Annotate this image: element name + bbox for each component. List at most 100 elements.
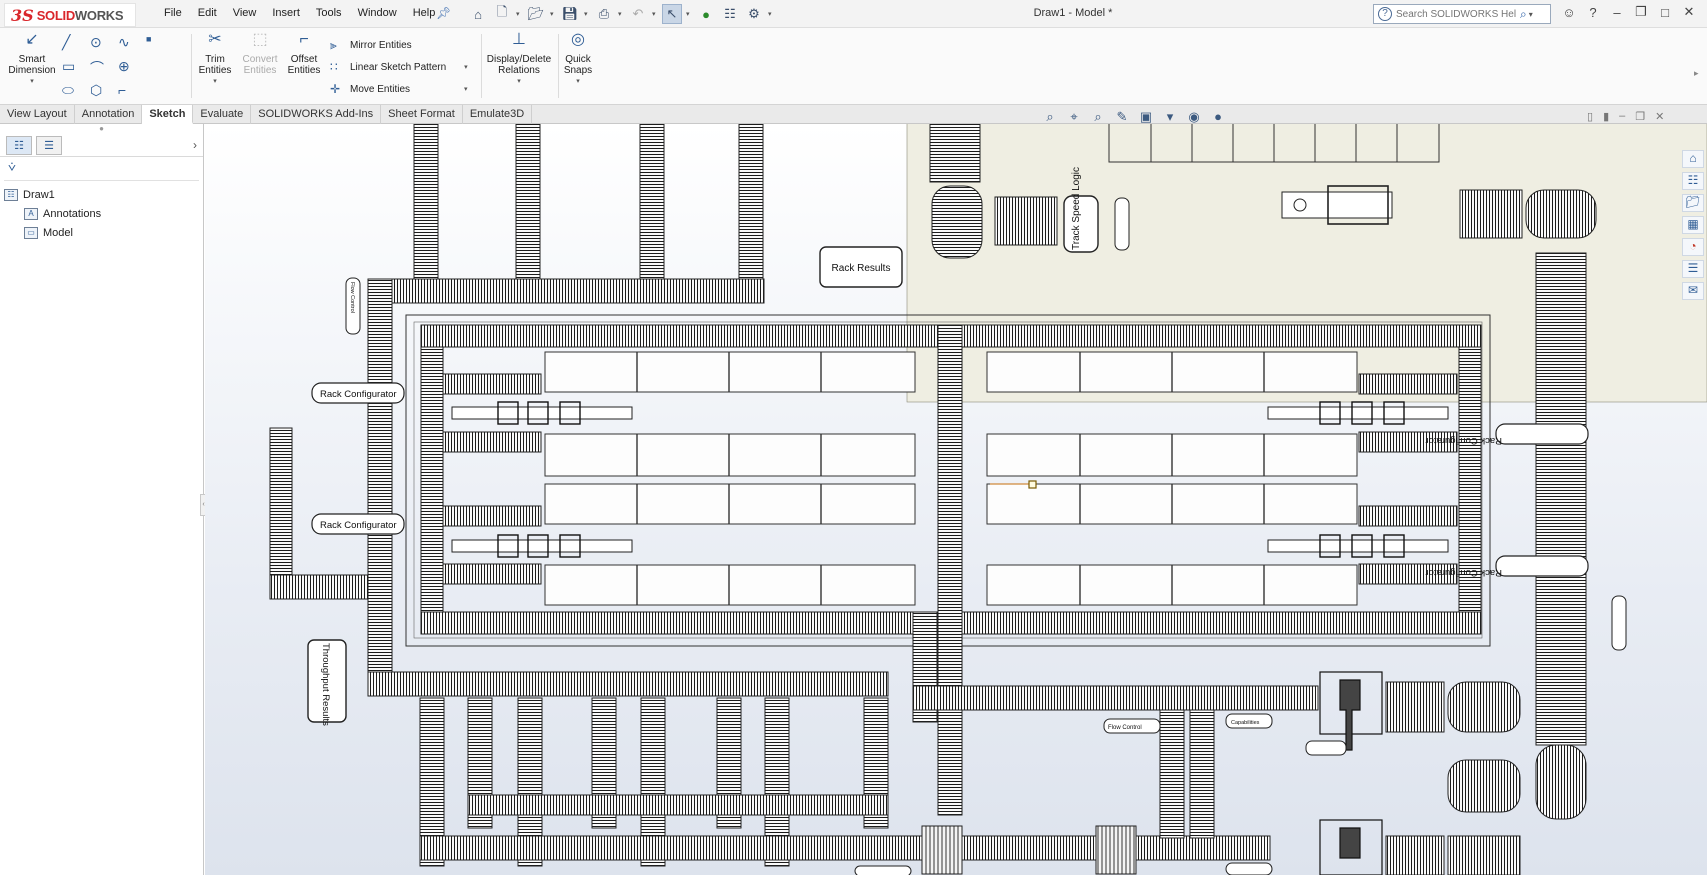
menu-tools[interactable]: Tools	[308, 7, 350, 19]
viewport-tile-icon[interactable]: ▯	[1587, 110, 1593, 123]
minimize-icon[interactable]: –	[1608, 5, 1626, 20]
gear-icon[interactable]: ⚙	[744, 4, 764, 24]
zoom-to-area-icon[interactable]: ⌖	[1064, 109, 1084, 125]
section-view-icon[interactable]: ▣	[1136, 109, 1156, 125]
undo-dropdown-icon[interactable]: ▾	[652, 10, 658, 18]
help-search-input[interactable]	[1396, 8, 1516, 20]
file-properties-icon[interactable]: ☷	[720, 4, 740, 24]
move-entities-button[interactable]: ✛ Move Entities ▾	[330, 82, 468, 96]
zoom-to-fit-icon[interactable]: ⌕	[1040, 109, 1060, 125]
menu-window[interactable]: Window	[350, 7, 405, 19]
solidworks-logo[interactable]: 3S SOLIDWORKS	[4, 3, 136, 27]
expand-tabs-icon[interactable]: ›	[193, 138, 197, 152]
forum-icon[interactable]: ✉	[1682, 282, 1704, 300]
viewport-restore-icon[interactable]: ❐	[1635, 110, 1645, 123]
save-dropdown-icon[interactable]: ▾	[584, 10, 590, 18]
view-palette-icon[interactable]: ▦	[1682, 216, 1704, 234]
traffic-light-icon[interactable]: ●	[696, 4, 716, 24]
resources-home-icon[interactable]: ⌂	[1682, 150, 1704, 168]
open-dropdown-icon[interactable]: ▾	[550, 10, 556, 18]
circle-icon[interactable]: ⊙	[90, 34, 118, 54]
slot-icon[interactable]: ⬭	[62, 82, 90, 102]
linear-sketch-pattern-button[interactable]: ∷ Linear Sketch Pattern ▾	[330, 60, 468, 74]
tree-item-model[interactable]: ▭ Model	[4, 223, 203, 242]
maximize-icon[interactable]: □	[1656, 5, 1674, 20]
feature-tree-tab-icon[interactable]: ☷	[6, 135, 32, 155]
search-icon[interactable]: ⌕	[1520, 7, 1527, 22]
fillet-icon[interactable]: ⌐	[118, 82, 146, 102]
search-dropdown-icon[interactable]: ▾	[1529, 10, 1533, 19]
sketch-pencil-icon[interactable]: ✎	[1112, 109, 1132, 125]
tab-annotation[interactable]: Annotation	[75, 105, 143, 124]
ellipse-icon[interactable]: ⊕	[118, 58, 146, 78]
print-dropdown-icon[interactable]: ▾	[618, 10, 624, 18]
filter-icon[interactable]: ⩒	[4, 159, 199, 181]
offset-entities-button[interactable]: ⌐ Offset Entities	[286, 32, 322, 77]
help-icon[interactable]: ?	[1584, 5, 1602, 20]
mirror-entities-button[interactable]: ⫸ Mirror Entities	[330, 38, 412, 53]
menu-file[interactable]: File	[156, 7, 190, 19]
tab-evaluate[interactable]: Evaluate	[193, 105, 252, 124]
smart-dimension-button[interactable]: ↙ Smart Dimension ▾	[6, 32, 58, 87]
display-style-icon[interactable]: ◉	[1184, 109, 1204, 125]
rectangle-icon[interactable]: ▭	[62, 58, 90, 78]
menu-view[interactable]: View	[225, 7, 265, 19]
menu-edit[interactable]: Edit	[190, 7, 225, 19]
panel-grip-icon[interactable]: ●	[0, 124, 203, 134]
pin-icon[interactable]: 📌︎	[436, 6, 451, 20]
close-icon[interactable]: ✕	[1680, 4, 1698, 20]
select-arrow-icon[interactable]: ↖	[662, 4, 682, 24]
options-dropdown-icon[interactable]: ▾	[768, 10, 774, 18]
smart-dimension-dropdown-icon[interactable]: ▾	[6, 76, 58, 87]
menu-insert[interactable]: Insert	[264, 7, 308, 19]
viewport-minimize-icon[interactable]: –	[1619, 110, 1625, 123]
convert-entities-button[interactable]: ⬚ Convert Entities	[240, 32, 280, 77]
select-dropdown-icon[interactable]: ▾	[686, 10, 692, 18]
viewport-close-icon[interactable]: ✕	[1655, 110, 1664, 123]
previous-view-icon[interactable]: ⌕	[1088, 109, 1108, 125]
conveyor-layout-drawing[interactable]: Rack Results Rack Configurator Rack Conf…	[205, 124, 1707, 875]
polygon-icon[interactable]: ⬡	[90, 82, 118, 102]
line-icon[interactable]: ╱	[62, 34, 90, 54]
spline-icon[interactable]: ∿	[118, 34, 146, 54]
save-icon[interactable]: 💾︎	[560, 4, 580, 24]
print-icon[interactable]: ⎙	[594, 4, 614, 24]
trim-dropdown-icon[interactable]: ▾	[198, 76, 232, 87]
appearances-icon[interactable]: ◔	[1682, 238, 1704, 256]
help-search-box[interactable]: ? ⌕ ▾	[1373, 4, 1551, 24]
file-explorer-icon[interactable]: 📁︎	[1682, 194, 1704, 212]
rack-configurator-box[interactable]	[1495, 423, 1589, 445]
property-manager-tab-icon[interactable]: ☰	[36, 135, 62, 155]
home-icon[interactable]: ⌂	[468, 4, 488, 24]
trim-entities-button[interactable]: ✂ Trim Entities ▾	[198, 32, 232, 87]
custom-properties-icon[interactable]: ☰	[1682, 260, 1704, 278]
restore-icon[interactable]: ❐	[1632, 4, 1650, 20]
point-icon[interactable]: ■	[146, 34, 174, 54]
pattern-dropdown-icon[interactable]: ▾	[464, 63, 468, 71]
ribbon-scroll-icon[interactable]: ▸	[1694, 68, 1699, 79]
move-dropdown-icon[interactable]: ▾	[464, 85, 468, 93]
graphics-area[interactable]: Rack Results Rack Configurator Rack Conf…	[205, 124, 1707, 875]
new-file-icon[interactable]: 🗋	[492, 4, 512, 24]
relations-dropdown-icon[interactable]: ▾	[486, 76, 552, 87]
display-delete-relations-button[interactable]: ⊥ Display/Delete Relations ▾	[486, 32, 552, 87]
hide-show-icon[interactable]: ●	[1208, 109, 1228, 125]
tab-sheet-format[interactable]: Sheet Format	[381, 105, 463, 124]
tab-view-layout[interactable]: View Layout	[0, 105, 75, 124]
tab-solidworks-add-ins[interactable]: SOLIDWORKS Add-Ins	[251, 105, 382, 124]
arc-icon[interactable]: ⌒	[90, 58, 118, 78]
tree-item-draw1[interactable]: ☷ Draw1	[4, 185, 203, 204]
open-folder-icon[interactable]: 📂︎	[526, 4, 546, 24]
rack-configurator-box[interactable]	[1495, 555, 1589, 577]
view-orientation-icon[interactable]: ▾	[1160, 109, 1180, 125]
undo-icon[interactable]: ↶	[628, 4, 648, 24]
new-dropdown-icon[interactable]: ▾	[516, 10, 522, 18]
quick-snaps-button[interactable]: ◎ Quick Snaps ▾	[562, 32, 594, 87]
user-icon[interactable]: ☺	[1560, 5, 1578, 20]
design-library-icon[interactable]: ☷	[1682, 172, 1704, 190]
tab-sketch[interactable]: Sketch	[142, 105, 194, 124]
tab-emulate3d[interactable]: Emulate3D	[463, 105, 533, 124]
quick-snaps-dropdown-icon[interactable]: ▾	[562, 76, 594, 87]
viewport-split-icon[interactable]: ▮	[1603, 110, 1609, 123]
tree-item-annotations[interactable]: A Annotations	[4, 204, 203, 223]
